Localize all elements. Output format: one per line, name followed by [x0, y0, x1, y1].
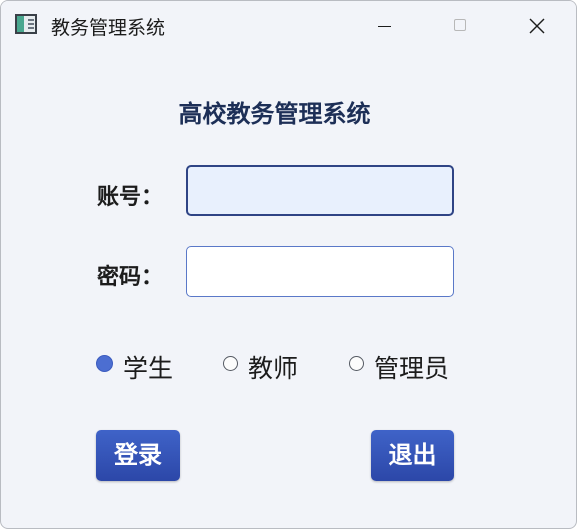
role-label-admin: 管理员 [374, 354, 450, 383]
role-label-student: 学生 [123, 354, 174, 383]
password-input[interactable] [186, 246, 454, 297]
login-button[interactable]: 登录 [96, 430, 180, 481]
minimize-button[interactable] [344, 1, 422, 49]
login-window: 教务管理系统 高校教务管理系统 账号： 密码： 学生 教师 管理员 登录 退出 [0, 0, 577, 529]
role-label-teacher: 教师 [248, 354, 299, 383]
account-label: 账号： [97, 185, 164, 210]
window-title: 教务管理系统 [51, 17, 166, 39]
password-label: 密码： [97, 265, 164, 290]
account-input[interactable] [186, 165, 454, 216]
app-window-icon [15, 14, 37, 34]
close-icon [529, 18, 545, 34]
radio-checked-icon [96, 355, 113, 372]
radio-unchecked-icon [223, 356, 238, 371]
radio-unchecked-icon [349, 356, 364, 371]
title-bar[interactable]: 教务管理系统 [1, 1, 576, 49]
exit-button[interactable]: 退出 [371, 430, 454, 481]
minimize-icon [378, 26, 391, 27]
maximize-button[interactable] [422, 1, 500, 49]
maximize-icon [454, 19, 466, 31]
close-button[interactable] [500, 1, 576, 49]
page-title: 高校教务管理系统 [178, 100, 371, 128]
